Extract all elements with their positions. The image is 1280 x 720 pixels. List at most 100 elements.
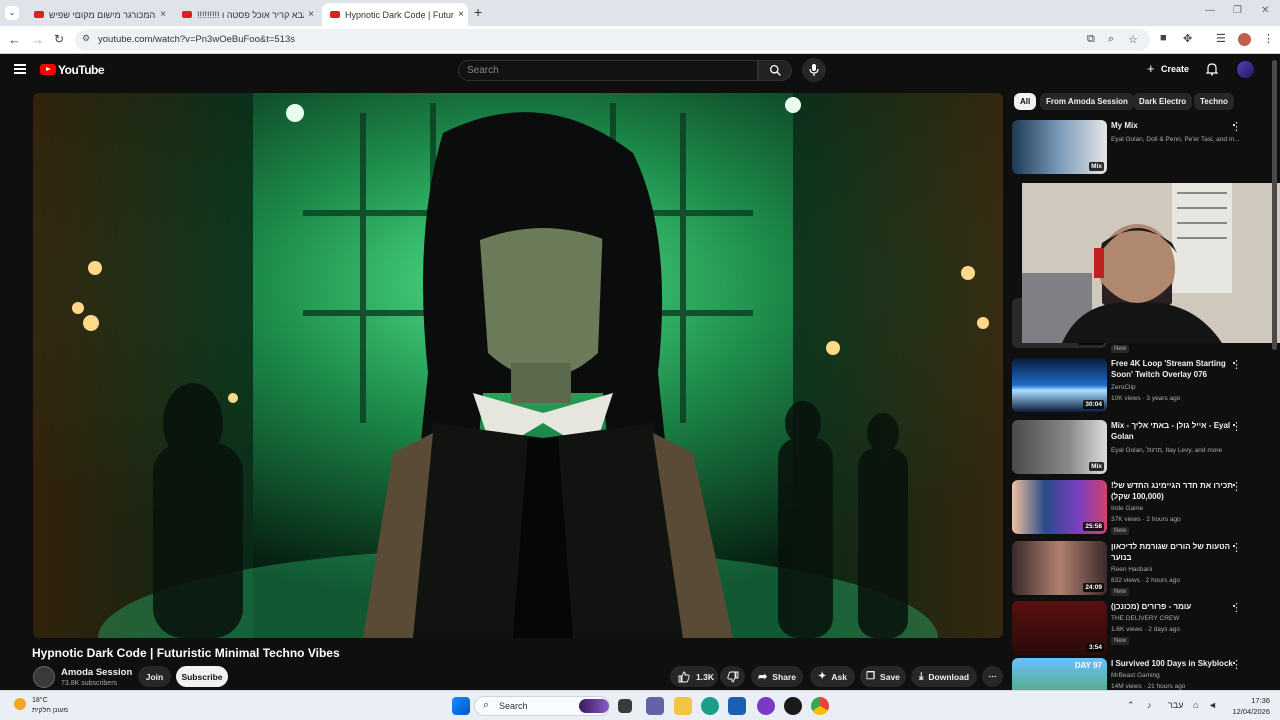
- site-info-icon[interactable]: ⚙: [82, 33, 90, 44]
- like-button[interactable]: 1.3K: [670, 666, 718, 687]
- new-tab-button[interactable]: +: [474, 4, 482, 20]
- channel-name[interactable]: Eyal Golan, Doli & Penn, Pe'er Tasi, and…: [1111, 136, 1240, 143]
- edge-browser-icon[interactable]: [701, 697, 719, 715]
- recommended-video[interactable]: Mix My Mix Eyal Golan, Doli & Penn, Pe'e…: [1012, 120, 1262, 178]
- more-options-icon[interactable]: [1231, 658, 1242, 672]
- close-window-icon[interactable]: ✕: [1261, 5, 1269, 16]
- weather-widget[interactable]: 18°C מעונן חלקית: [10, 695, 100, 717]
- maximize-window-icon[interactable]: ❐: [1233, 5, 1242, 16]
- minimize-window-icon[interactable]: —: [1205, 5, 1215, 16]
- extension-icon[interactable]: ■: [1160, 32, 1167, 44]
- recommended-video[interactable]: 3:54 עומר - פרורים (מכונכן) THE DELIVERY…: [1012, 601, 1262, 659]
- recommended-video[interactable]: 30:04 Free 4K Loop 'Stream Starting Soon…: [1012, 358, 1262, 416]
- video-title[interactable]: Free 4K Loop 'Stream Starting Soon' Twit…: [1111, 358, 1241, 380]
- reload-icon[interactable]: ↻: [54, 32, 64, 46]
- close-tab-icon[interactable]: ×: [156, 9, 170, 20]
- start-windows-icon[interactable]: [452, 697, 470, 715]
- taskbar-search[interactable]: ⌕ Search: [474, 696, 610, 716]
- browser-tab-2[interactable]: !!!!!!!!! אבא קריר אוכל פסטה ו... ×: [174, 3, 318, 26]
- language-indicator[interactable]: עבר: [1168, 700, 1183, 710]
- chip-dark-electro[interactable]: Dark Electro: [1133, 93, 1193, 110]
- subscribe-button[interactable]: Subscribe: [176, 666, 228, 687]
- channel-name[interactable]: Reen Hasbani: [1111, 566, 1152, 573]
- url-text[interactable]: youtube.com/watch?v=Pn3wOeBuFoo&t=513s: [98, 34, 295, 45]
- network-icon[interactable]: ⌂: [1193, 700, 1198, 710]
- file-explorer-icon[interactable]: [674, 697, 692, 715]
- video-thumbnail[interactable]: 24:09: [1012, 541, 1107, 595]
- chip-all[interactable]: All: [1014, 93, 1037, 110]
- recommended-video[interactable]: 25:58 תכירו את חדר הגיימינג החדש של! (10…: [1012, 480, 1262, 538]
- system-clock[interactable]: 17:36 12/04/2026: [1228, 695, 1270, 717]
- reading-list-icon[interactable]: ☰: [1216, 32, 1226, 45]
- dislike-button[interactable]: [720, 666, 745, 687]
- more-options-icon[interactable]: [1231, 601, 1242, 615]
- back-arrow-icon[interactable]: ←: [8, 32, 21, 47]
- save-button[interactable]: ❒ Save: [860, 666, 906, 687]
- more-options-icon[interactable]: [1231, 358, 1242, 372]
- microphone-tray-icon[interactable]: ♪: [1147, 700, 1152, 710]
- channel-name[interactable]: Eyal Golan, מרגול, Itay Levy, and more: [1111, 447, 1222, 454]
- video-thumbnail[interactable]: 25:58: [1012, 480, 1107, 534]
- video-thumbnail[interactable]: 3:54: [1012, 601, 1107, 655]
- recommended-video[interactable]: DAY 97 I Survived 100 Days in Skyblock M…: [1012, 658, 1262, 690]
- teams-icon[interactable]: [646, 697, 664, 715]
- extensions-puzzle-icon[interactable]: ✥: [1183, 32, 1192, 45]
- close-tab-icon[interactable]: ×: [304, 9, 318, 20]
- youtube-logo-icon[interactable]: [40, 64, 56, 75]
- forward-arrow-icon[interactable]: →: [31, 32, 44, 47]
- volume-icon[interactable]: ◄: [1208, 700, 1217, 710]
- search-input[interactable]: Search: [458, 60, 758, 81]
- more-actions-button[interactable]: ⋯: [982, 666, 1003, 687]
- chrome-icon[interactable]: [811, 697, 829, 715]
- youtube-logo-text[interactable]: YouTube: [58, 63, 105, 77]
- download-button[interactable]: ⤓ Download: [911, 666, 977, 687]
- browser-tab-1[interactable]: ההמכורגר מישום מקוםי שפיש... ×: [26, 3, 170, 26]
- chevron-up-icon[interactable]: ⌃: [1127, 700, 1135, 711]
- page-scrollbar[interactable]: [1272, 60, 1277, 350]
- notifications-bell-icon[interactable]: [1205, 62, 1219, 76]
- channel-name[interactable]: MrBeast Gaming: [1111, 672, 1160, 679]
- account-avatar[interactable]: [1237, 61, 1254, 78]
- install-app-icon[interactable]: ⧉: [1087, 33, 1095, 46]
- messenger-icon[interactable]: [757, 697, 775, 715]
- browser-tab-3-active[interactable]: Hypnotic Dark Code | Futuristic... ×: [322, 3, 468, 26]
- recommended-video[interactable]: 24:09 הטעות של הורים שגורמת לדיכאון בנוע…: [1012, 541, 1262, 599]
- more-options-icon[interactable]: [1231, 541, 1242, 555]
- video-title[interactable]: My Mix: [1111, 120, 1241, 131]
- channel-name[interactable]: Amoda Session: [61, 667, 132, 678]
- video-title[interactable]: הטעות של הורים שגורמת לדיכאון בנוער: [1111, 541, 1241, 563]
- channel-name[interactable]: Inde Game: [1111, 505, 1143, 512]
- more-options-icon[interactable]: [1231, 120, 1242, 134]
- task-view-icon[interactable]: [618, 699, 632, 713]
- hamburger-menu-icon[interactable]: [14, 64, 26, 74]
- address-bar[interactable]: ⚙ youtube.com/watch?v=Pn3wOeBuFoo&t=513s…: [75, 29, 1150, 51]
- steam-icon[interactable]: [784, 697, 802, 715]
- search-button[interactable]: [758, 60, 792, 81]
- tab-search-button[interactable]: ⌄: [5, 6, 19, 20]
- channel-name[interactable]: THE DELIVERY CREW: [1111, 615, 1179, 622]
- video-title[interactable]: Mix - אייל גולן - באתי אליך - Eyal Golan: [1111, 420, 1241, 442]
- video-player[interactable]: [33, 93, 1003, 638]
- video-title[interactable]: I Survived 100 Days in Skyblock: [1111, 658, 1241, 669]
- channel-avatar[interactable]: [33, 666, 55, 688]
- video-thumbnail[interactable]: Mix: [1012, 420, 1107, 474]
- store-icon[interactable]: [728, 697, 746, 715]
- chip-techno[interactable]: Techno: [1194, 93, 1234, 110]
- ask-button[interactable]: ✦ Ask: [810, 666, 855, 687]
- video-thumbnail[interactable]: 30:04: [1012, 358, 1107, 412]
- share-button[interactable]: ➦ Share: [751, 666, 803, 687]
- profile-avatar-icon[interactable]: [1238, 33, 1251, 46]
- more-options-icon[interactable]: [1231, 480, 1242, 494]
- video-thumbnail[interactable]: Mix: [1012, 120, 1107, 174]
- video-title[interactable]: עומר - פרורים (מכונכן): [1111, 601, 1241, 612]
- recommended-video[interactable]: Mix Mix - אייל גולן - באתי אליך - Eyal G…: [1012, 420, 1262, 478]
- more-options-icon[interactable]: [1231, 420, 1242, 434]
- video-title[interactable]: תכירו את חדר הגיימינג החדש של! (100,000 …: [1111, 480, 1241, 502]
- chip-from-channel[interactable]: From Amoda Session: [1040, 93, 1134, 110]
- video-thumbnail[interactable]: DAY 97: [1012, 658, 1107, 690]
- bookmark-star-icon[interactable]: ☆: [1128, 33, 1138, 46]
- zoom-icon[interactable]: ⌕: [1108, 33, 1114, 46]
- chrome-menu-icon[interactable]: ⋮: [1263, 32, 1274, 45]
- channel-name[interactable]: ZeroClip: [1111, 384, 1136, 391]
- close-tab-icon[interactable]: ×: [454, 9, 468, 20]
